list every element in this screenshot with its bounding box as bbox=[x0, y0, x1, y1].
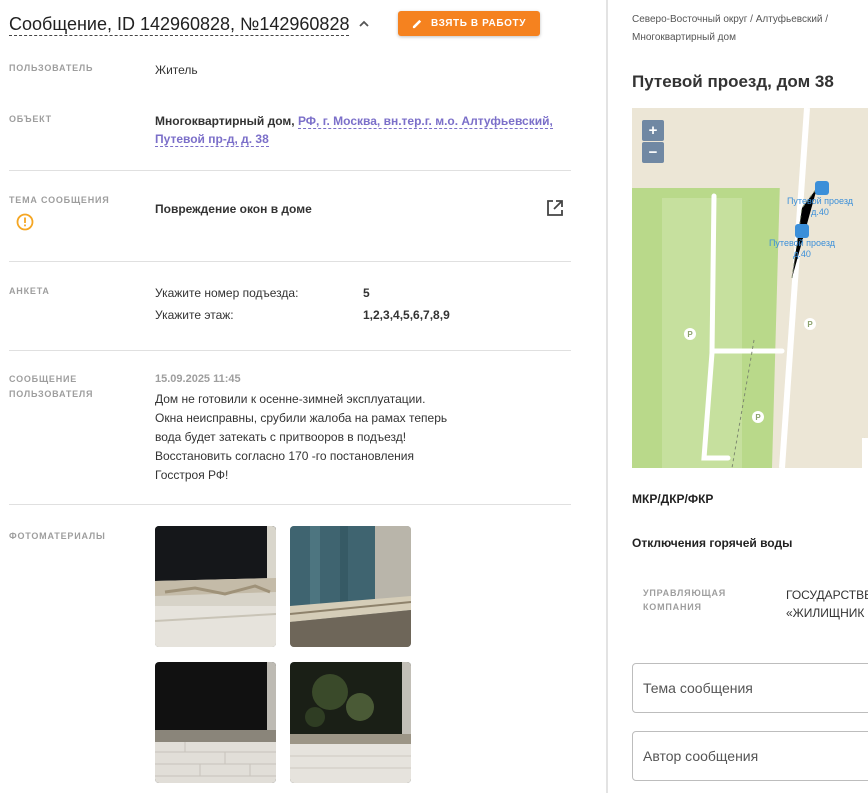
message-text: Дом не готовили к осенне-зимней эксплуат… bbox=[155, 390, 455, 485]
zoom-in-button[interactable]: + bbox=[642, 120, 664, 141]
management-company-label-line: УПРАВЛЯЮЩАЯ bbox=[643, 588, 727, 598]
survey-question: Укажите номер подъезда: bbox=[155, 286, 299, 300]
user-label: ПОЛЬЗОВАТЕЛЬ bbox=[9, 63, 94, 73]
user-value: Житель bbox=[155, 63, 198, 77]
parking-icon[interactable]: P bbox=[804, 318, 816, 330]
bus-stop-label-line: д.40 bbox=[793, 249, 811, 259]
message-line: Окна неисправны, срубили жалоба на рамах… bbox=[155, 411, 448, 425]
warning-icon bbox=[16, 213, 34, 231]
survey-answer: 1,2,3,4,5,6,7,8,9 bbox=[363, 308, 450, 322]
survey-answer: 5 bbox=[363, 286, 370, 300]
object-value: Многоквартирный дом, РФ, г. Москва, вн.т… bbox=[155, 112, 555, 148]
breadcrumb-line[interactable]: Северо-Восточный округ / Алтуфьевский / bbox=[632, 11, 868, 29]
bus-stop-label-line: Путевой проезд bbox=[786, 196, 854, 206]
divider bbox=[9, 350, 571, 351]
object-side-panel: Северо-Восточный округ / Алтуфьевский / … bbox=[608, 0, 868, 793]
mkr-section-label[interactable]: МКР/ДКР/ФКР bbox=[632, 492, 713, 506]
message-header: Сообщение, ID 142960828, №142960828 bbox=[9, 11, 371, 37]
bus-stop-icon[interactable] bbox=[795, 224, 809, 238]
breadcrumb: Северо-Восточный округ / Алтуфьевский / … bbox=[632, 11, 868, 47]
map[interactable]: + − Путевой проезд д.40 Путевой проезд д.4… bbox=[632, 108, 868, 468]
message-title[interactable]: Сообщение, ID 142960828, №142960828 bbox=[9, 13, 350, 36]
address-title: Путевой проезд, дом 38 bbox=[632, 72, 834, 91]
survey-question: Укажите этаж: bbox=[155, 308, 234, 322]
photo-thumbnail[interactable] bbox=[290, 526, 411, 647]
object-type: Многоквартирный дом, bbox=[155, 114, 295, 128]
parking-icon[interactable]: P bbox=[684, 328, 696, 340]
pencil-icon bbox=[412, 19, 422, 29]
photo-thumbnail[interactable] bbox=[155, 526, 276, 647]
breadcrumb-line[interactable]: Многоквартирный дом bbox=[632, 29, 868, 47]
user-message-label-line1: СООБЩЕНИЕ bbox=[9, 374, 78, 384]
bus-stop-label: Путевой проезд д.40 bbox=[762, 238, 842, 260]
message-author-input[interactable] bbox=[632, 731, 868, 781]
object-address-link-line2[interactable]: Путевой пр-д, д. 38 bbox=[155, 132, 269, 147]
user-message-label-line2: ПОЛЬЗОВАТЕЛЯ bbox=[9, 389, 94, 399]
message-line: Госстроя РФ! bbox=[155, 468, 229, 482]
user-message-label: СООБЩЕНИЕ ПОЛЬЗОВАТЕЛЯ bbox=[9, 372, 93, 402]
divider bbox=[9, 504, 571, 505]
management-company-label: УПРАВЛЯЮЩАЯ КОМПАНИЯ bbox=[643, 586, 726, 614]
management-company-label-line: КОМПАНИЯ bbox=[643, 602, 702, 612]
object-label: ОБЪЕКТ bbox=[9, 114, 52, 124]
hot-water-section-label[interactable]: Отключения горячей воды bbox=[632, 536, 792, 550]
bus-stop-icon[interactable] bbox=[815, 181, 829, 195]
zoom-out-button[interactable]: − bbox=[642, 142, 664, 163]
message-line: Восстановить согласно 170 -го постановле… bbox=[155, 449, 414, 463]
parking-icon[interactable]: P bbox=[752, 411, 764, 423]
management-company-value-line: «ЖИЛИЩНИК bbox=[786, 606, 865, 620]
message-details-pane: Сообщение, ID 142960828, №142960828 ВЗЯТ… bbox=[0, 0, 606, 793]
photo-thumbnail[interactable] bbox=[155, 662, 276, 783]
take-to-work-button[interactable]: ВЗЯТЬ В РАБОТУ bbox=[398, 11, 540, 36]
divider bbox=[9, 170, 571, 171]
photos-label: ФОТОМАТЕРИАЛЫ bbox=[9, 531, 106, 541]
bus-stop-label-line: Путевой проезд bbox=[768, 238, 836, 248]
bus-stop-label: Путевой проезд д.40 bbox=[780, 196, 860, 218]
object-address-link-line1[interactable]: РФ, г. Москва, вн.тер.г. м.о. Алтуфьевск… bbox=[297, 114, 553, 129]
message-line: вода будет затекать с притвооров в подъе… bbox=[155, 430, 407, 444]
message-date: 15.09.2025 11:45 bbox=[155, 373, 241, 385]
photo-thumbnail[interactable] bbox=[290, 662, 411, 783]
chevron-up-icon[interactable] bbox=[357, 17, 371, 31]
divider bbox=[9, 261, 571, 262]
open-external-icon[interactable] bbox=[545, 198, 565, 218]
topic-value: Повреждение окон в доме bbox=[155, 202, 312, 216]
message-topic-input[interactable] bbox=[632, 663, 868, 713]
bus-stop-label-line: д.40 bbox=[811, 207, 829, 217]
survey-label: АНКЕТА bbox=[9, 286, 50, 296]
message-line: Дом не готовили к осенне-зимней эксплуат… bbox=[155, 392, 426, 406]
management-company-value-line: ГОСУДАРСТВЕ bbox=[786, 588, 868, 602]
topic-label: ТЕМА СООБЩЕНИЯ bbox=[9, 195, 110, 205]
take-to-work-label: ВЗЯТЬ В РАБОТУ bbox=[430, 18, 527, 29]
management-company-value: ГОСУДАРСТВЕ «ЖИЛИЩНИК bbox=[786, 586, 868, 622]
